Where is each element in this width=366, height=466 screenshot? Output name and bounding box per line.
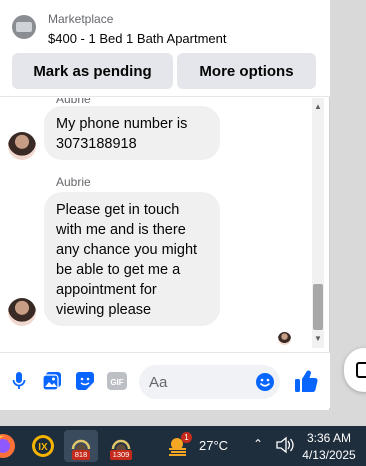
message-thread[interactable]: Aubrie My phone number is 3073188918 Aub… xyxy=(0,98,312,348)
microphone-icon[interactable] xyxy=(8,370,30,392)
listing-source: Marketplace xyxy=(48,12,114,26)
ix-app-taskbar-button[interactable]: IX xyxy=(26,430,60,462)
scroll-down-arrow-icon[interactable]: ▼ xyxy=(312,334,324,344)
listing-card: Marketplace $400 - 1 Bed 1 Bath Apartmen… xyxy=(0,0,330,97)
composer: GIF xyxy=(0,352,330,408)
firefox-icon xyxy=(0,434,15,458)
thumbs-up-icon[interactable] xyxy=(293,368,319,394)
compose-icon xyxy=(356,362,366,378)
gif-icon[interactable]: GIF xyxy=(106,370,128,392)
svg-text:IX: IX xyxy=(38,442,48,453)
clock-date[interactable]: 4/13/2025 xyxy=(296,448,362,462)
chevron-up-icon[interactable]: ⌃ xyxy=(253,437,263,451)
notification-badge: 1309 xyxy=(109,450,133,460)
sender-name: Aubrie xyxy=(56,175,91,189)
more-options-button[interactable]: More options xyxy=(177,53,316,89)
side-panel-button[interactable] xyxy=(344,348,366,392)
clock-time[interactable]: 3:36 AM xyxy=(296,431,362,445)
listing-thumbnail[interactable] xyxy=(12,15,36,39)
notification-badge: 818 xyxy=(71,450,91,460)
sender-avatar[interactable] xyxy=(8,132,36,160)
gimp-taskbar-button[interactable]: 818 xyxy=(64,430,98,462)
message-bubble[interactable]: Please get in touch with me and is there… xyxy=(44,192,220,326)
photo-icon[interactable] xyxy=(41,370,63,392)
seen-receipt-avatar xyxy=(278,332,291,345)
scrollbar[interactable]: ▲ ▼ xyxy=(312,98,324,348)
emoji-icon[interactable] xyxy=(254,371,276,393)
gif-label: GIF xyxy=(110,378,123,387)
weather-notification-badge: 1 xyxy=(181,432,192,443)
firefox-taskbar-button[interactable] xyxy=(0,430,20,462)
sender-avatar[interactable] xyxy=(8,298,36,326)
taskbar: IX 818 1309 1 27°C ⌃ 3:36 AM 4/13/2025 xyxy=(0,426,366,466)
sticker-icon[interactable] xyxy=(74,370,96,392)
message-bubble[interactable]: My phone number is 3073188918 xyxy=(44,106,220,160)
volume-icon[interactable] xyxy=(275,436,295,454)
ix-app-icon: IX xyxy=(32,435,54,457)
chat-window: Marketplace $400 - 1 Bed 1 Bath Apartmen… xyxy=(0,0,330,410)
scroll-up-arrow-icon[interactable]: ▲ xyxy=(312,102,324,112)
sender-name-clipped: Aubrie xyxy=(56,98,91,106)
mark-as-pending-button[interactable]: Mark as pending xyxy=(12,53,173,89)
gimp-taskbar-button[interactable]: 1309 xyxy=(104,430,138,462)
scrollbar-thumb[interactable] xyxy=(313,284,323,330)
temperature-label[interactable]: 27°C xyxy=(199,438,228,453)
listing-title[interactable]: $400 - 1 Bed 1 Bath Apartment xyxy=(48,31,227,46)
